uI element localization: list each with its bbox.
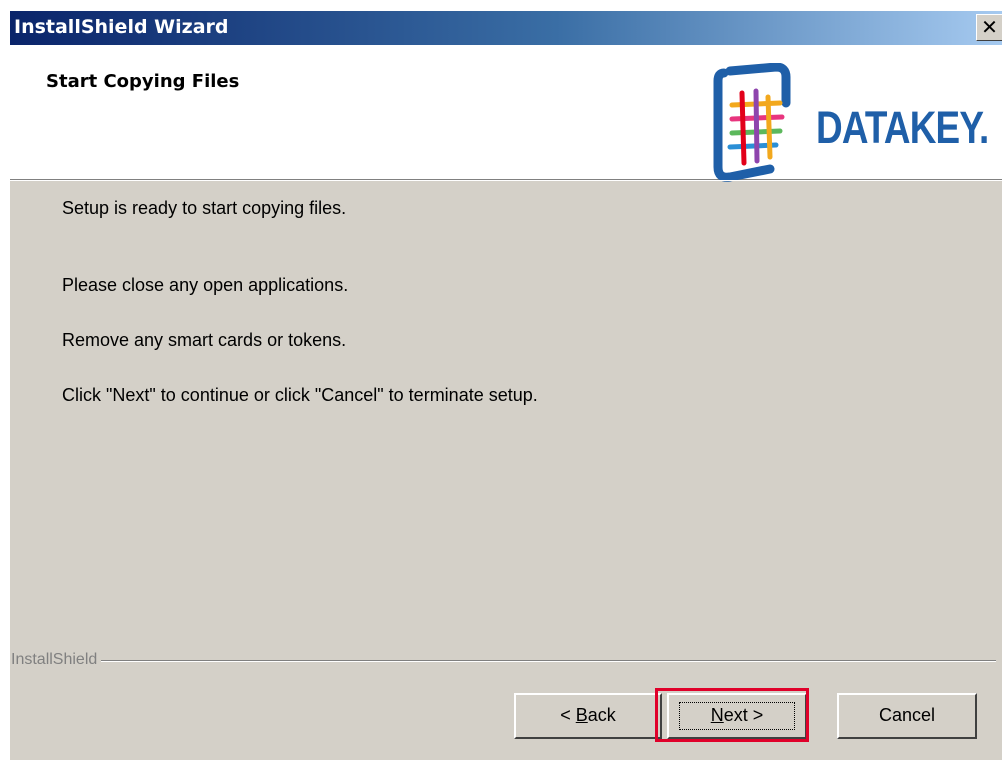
installshield-wizard-window: InstallShield Wizard ✕ Start Copying Fil…	[9, 11, 1002, 760]
window-title: InstallShield Wizard	[14, 16, 229, 38]
close-icon: ✕	[981, 15, 998, 39]
datakey-logo-icon	[713, 63, 791, 182]
cancel-button-label: Cancel	[878, 705, 936, 725]
installshield-label: InstallShield	[11, 651, 102, 669]
remove-cards-text: Remove any smart cards or tokens.	[62, 330, 347, 350]
logo-text: DATAKEY.	[816, 102, 989, 153]
back-button[interactable]: < Back	[514, 693, 662, 739]
close-apps-text: Please close any open applications.	[62, 275, 349, 295]
close-button[interactable]: ✕	[976, 14, 1002, 41]
title-bar[interactable]: InstallShield Wizard ✕	[10, 11, 1002, 45]
back-button-label: < Back	[560, 705, 616, 725]
next-button-highlight	[655, 688, 809, 742]
instructions-text: Click "Next" to continue or click "Cance…	[62, 385, 538, 405]
header-divider	[10, 180, 1002, 181]
page-title: Start Copying Files	[46, 71, 240, 92]
ready-text: Setup is ready to start copying files.	[62, 198, 347, 218]
footer-divider	[11, 660, 996, 662]
cancel-button[interactable]: Cancel	[837, 693, 977, 739]
wizard-header: Start Copying Files DATAKEY.	[10, 45, 1002, 182]
